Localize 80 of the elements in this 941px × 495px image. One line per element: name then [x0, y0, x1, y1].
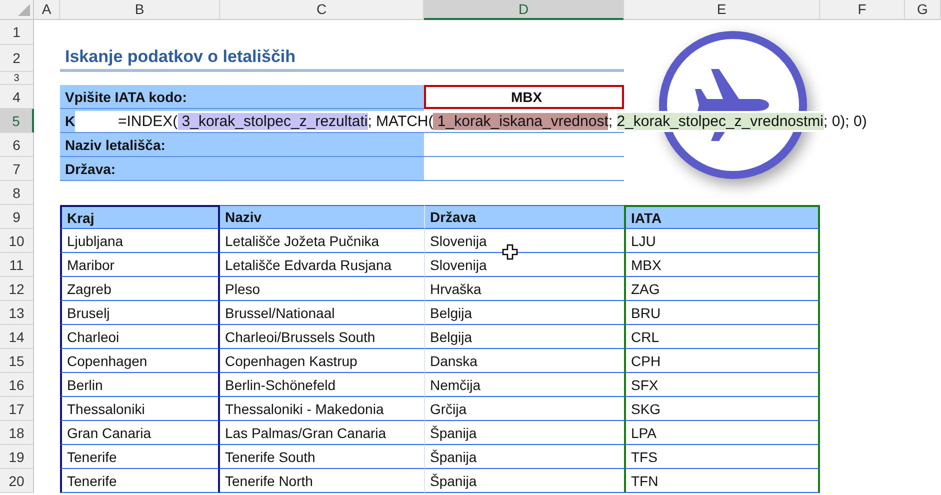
cross-cursor-icon: [502, 244, 518, 260]
table-cell: Gran Canaria: [60, 421, 220, 445]
row-header[interactable]: 15: [0, 349, 34, 373]
table-cell: Bruselj: [60, 301, 220, 325]
table-cell: Charleoi/Brussels South: [220, 325, 424, 349]
table-cell: Belgija: [424, 301, 624, 325]
table-cell: Letališče Edvarda Rusjana: [220, 253, 424, 277]
row-header[interactable]: 4: [0, 85, 34, 109]
table-cell: CRL: [624, 325, 820, 349]
table-cell: SFX: [624, 373, 820, 397]
table-cell: Brussel/Nationaal: [220, 301, 424, 325]
row-header[interactable]: 17: [0, 397, 34, 421]
column-header-letter[interactable]: B: [60, 0, 220, 20]
table-cell: Tenerife: [60, 469, 220, 493]
row-header[interactable]: 5: [0, 109, 34, 133]
table-cell: Letališče Jožeta Pučnika: [220, 229, 424, 253]
column-header: IATA: [624, 205, 820, 229]
table-cell: Pleso: [220, 277, 424, 301]
label-cell: Vpišite IATA kodo:: [60, 85, 424, 109]
row-header[interactable]: 19: [0, 445, 34, 469]
column-header: Naziv: [220, 205, 424, 229]
table-cell: Tenerife South: [220, 445, 424, 469]
table-cell: Thessaloniki - Makedonia: [220, 397, 424, 421]
table-cell: Charleoi: [60, 325, 220, 349]
label-cell: Država:: [60, 157, 424, 181]
table-cell: Nemčija: [424, 373, 624, 397]
row-header[interactable]: 18: [0, 421, 34, 445]
row-header[interactable]: 2: [0, 45, 34, 72]
table-cell: TFN: [624, 469, 820, 493]
table-cell: Copenhagen Kastrup: [220, 349, 424, 373]
table-cell: TFS: [624, 445, 820, 469]
table-cell: LPA: [624, 421, 820, 445]
table-cell: Belgija: [424, 325, 624, 349]
table-cell: Tenerife North: [220, 469, 424, 493]
column-header-letter[interactable]: G: [905, 0, 941, 20]
column-header-letter[interactable]: C: [220, 0, 424, 20]
table-cell: MBX: [624, 253, 820, 277]
table-cell: Copenhagen: [60, 349, 220, 373]
table-cell: Berlin-Schönefeld: [220, 373, 424, 397]
label-cell: Naziv letališča:: [60, 133, 424, 157]
table-cell: Thessaloniki: [60, 397, 220, 421]
sheet-title: Iskanje podatkov o letališčih: [60, 45, 624, 72]
row-header[interactable]: 1: [0, 20, 34, 45]
column-header-letter[interactable]: F: [820, 0, 905, 20]
row-header[interactable]: 12: [0, 277, 34, 301]
column-header-letter[interactable]: D: [424, 0, 624, 20]
table-cell: ZAG: [624, 277, 820, 301]
table-cell: BRU: [624, 301, 820, 325]
row-header[interactable]: 7: [0, 157, 34, 181]
table-cell: Las Palmas/Gran Canaria: [220, 421, 424, 445]
table-cell: Tenerife: [60, 445, 220, 469]
table-cell: LJU: [624, 229, 820, 253]
table-cell: Berlin: [60, 373, 220, 397]
row-header[interactable]: 6: [0, 133, 34, 157]
column-header-letter[interactable]: A: [34, 0, 60, 20]
select-all-icon[interactable]: [18, 4, 30, 16]
column-header: Kraj: [60, 205, 220, 229]
row-header[interactable]: 8: [0, 181, 34, 205]
table-cell: Maribor: [60, 253, 220, 277]
table-cell: Danska: [424, 349, 624, 373]
table-cell: Grčija: [424, 397, 624, 421]
column-header: Država: [424, 205, 624, 229]
table-cell: SKG: [624, 397, 820, 421]
row-header[interactable]: 20: [0, 469, 34, 493]
input-cell[interactable]: MBX: [424, 85, 624, 109]
table-cell: Ljubljana: [60, 229, 220, 253]
table-cell: Španija: [424, 421, 624, 445]
row-header[interactable]: 9: [0, 205, 34, 229]
table-cell: Zagreb: [60, 277, 220, 301]
table-cell: Španija: [424, 445, 624, 469]
row-header[interactable]: 13: [0, 301, 34, 325]
table-cell: Španija: [424, 469, 624, 493]
row-header[interactable]: 11: [0, 253, 34, 277]
row-header[interactable]: 3: [0, 72, 34, 85]
row-header[interactable]: 10: [0, 229, 34, 253]
column-header-letter[interactable]: E: [624, 0, 820, 20]
row-header[interactable]: 16: [0, 373, 34, 397]
table-cell: CPH: [624, 349, 820, 373]
row-header[interactable]: 14: [0, 325, 34, 349]
table-cell: Hrvaška: [424, 277, 624, 301]
